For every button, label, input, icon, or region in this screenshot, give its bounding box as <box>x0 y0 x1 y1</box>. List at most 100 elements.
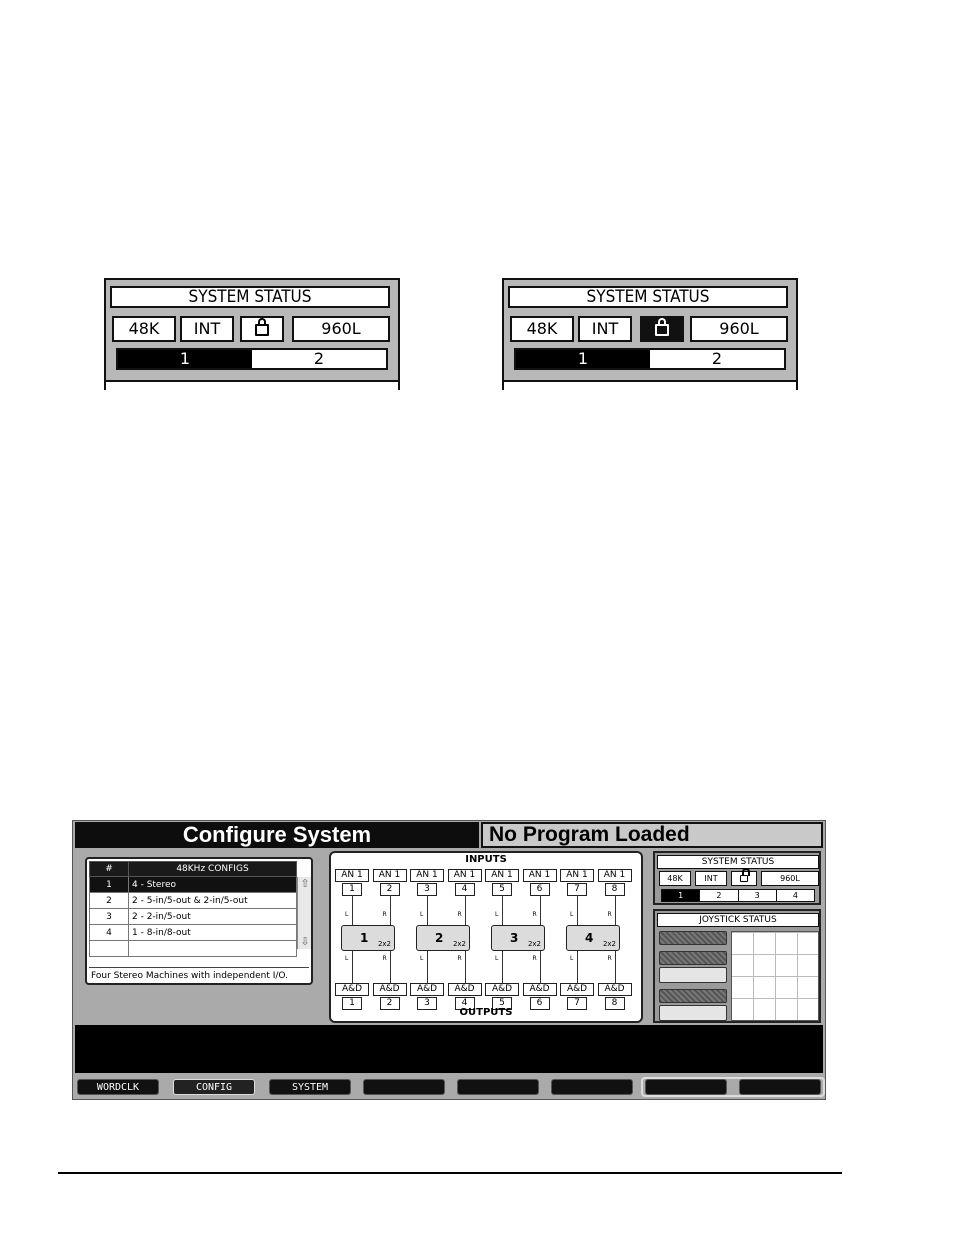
input-7[interactable]: AN 17 <box>560 869 594 896</box>
channel-label: R <box>607 955 612 962</box>
column-header-number: # <box>89 861 129 877</box>
input-6[interactable]: AN 16 <box>522 869 557 896</box>
softkey-config[interactable]: CONFIG <box>173 1079 255 1095</box>
config-name: 2 - 2-in/5-out <box>128 908 297 925</box>
machine-1-indicator: 1 <box>516 350 650 368</box>
output-dest-label: A&D <box>560 983 594 996</box>
table-row[interactable]: 1 4 - Stereo <box>89 876 297 893</box>
clock-source-field: INT <box>578 316 632 342</box>
channel-label: L <box>570 911 574 918</box>
clock-source-field: INT <box>180 316 234 342</box>
machine-bar: 1 2 <box>116 348 388 370</box>
input-1[interactable]: AN 11 <box>335 869 369 896</box>
output-7[interactable]: A&D 7 <box>560 983 594 1010</box>
channel-label: R <box>532 955 537 962</box>
wire-in-7 <box>577 895 578 925</box>
channel-label: L <box>420 911 424 918</box>
clock-source-field: INT <box>695 871 727 886</box>
table-row[interactable]: 3 2 - 2-in/5-out <box>89 908 297 925</box>
configs-scrollbar[interactable]: ⇧ ⇩ <box>297 877 311 949</box>
output-1[interactable]: A&D 1 <box>335 983 369 1010</box>
joystick-slot-1 <box>659 931 727 945</box>
input-8[interactable]: AN 18 <box>597 869 632 896</box>
wire-in-2 <box>389 895 391 925</box>
output-3[interactable]: A&D 3 <box>410 983 444 1010</box>
output-dest-label: A&D <box>410 983 444 996</box>
arrow-down-icon[interactable]: ⇩ <box>299 936 311 948</box>
wire-out-4 <box>464 951 466 983</box>
channel-label: R <box>607 911 612 918</box>
output-dest-label: A&D <box>335 983 369 996</box>
lock-indicator <box>731 868 757 886</box>
message-area <box>75 1025 823 1073</box>
joystick-slot-3 <box>659 967 727 983</box>
channel-label: L <box>570 955 574 962</box>
output-dest-label: A&D <box>447 983 482 996</box>
softkey-wordclk[interactable]: WORDCLK <box>77 1079 159 1095</box>
softkey-4[interactable] <box>363 1079 445 1095</box>
output-dest-label: A&D <box>597 983 632 996</box>
input-4[interactable]: AN 14 <box>447 869 482 896</box>
softkey-7[interactable] <box>645 1079 727 1095</box>
config-name: 2 - 5-in/5-out & 2-in/5-out <box>128 892 297 909</box>
input-source-label: AN 1 <box>410 869 444 882</box>
config-name: 4 - Stereo <box>128 876 297 893</box>
sample-rate-field: 48K <box>112 316 176 342</box>
softkey-system[interactable]: SYSTEM <box>269 1079 351 1095</box>
lock-indicator <box>240 316 284 342</box>
output-2[interactable]: A&D 2 <box>372 983 407 1010</box>
sample-rate-field: 48K <box>510 316 574 342</box>
machine-block-4[interactable]: 4 2x2 <box>566 925 620 951</box>
wire-out-8 <box>614 951 616 983</box>
input-source-label: AN 1 <box>522 869 557 882</box>
output-6[interactable]: A&D 6 <box>522 983 557 1010</box>
machine-number: 4 <box>585 931 594 945</box>
table-row[interactable]: 2 2 - 5-in/5-out & 2-in/5-out <box>89 892 297 909</box>
sample-rate-field: 48K <box>659 871 691 886</box>
softkey-bar: WORDCLK CONFIG SYSTEM <box>77 1077 825 1098</box>
output-5[interactable]: A&D 5 <box>485 983 519 1010</box>
joystick-slot-4 <box>659 989 727 1003</box>
wire-in-8 <box>614 895 616 925</box>
softkey-8[interactable] <box>739 1079 821 1095</box>
system-status-title: SYSTEM STATUS <box>110 286 390 308</box>
table-row[interactable] <box>89 940 297 957</box>
output-dest-label: A&D <box>372 983 407 996</box>
input-2[interactable]: AN 12 <box>372 869 407 896</box>
config-name: 1 - 8-in/8-out <box>128 924 297 941</box>
machine-number: 2 <box>435 931 444 945</box>
softkey-6[interactable] <box>551 1079 633 1095</box>
softkey-5[interactable] <box>457 1079 539 1095</box>
channel-label: L <box>495 911 499 918</box>
configs-panel: # 48KHz CONFIGS 1 4 - Stereo 2 2 - 5-in/… <box>85 857 313 985</box>
channel-label: L <box>420 955 424 962</box>
inputs-row: AN 1 1 AN 1 2 AN 1 3 AN 1 4 AN 1 5 AN 1 6 AN 1 7 AN 18 <box>335 869 637 896</box>
machine-block-1[interactable]: 1 2x2 <box>341 925 395 951</box>
config-number: 1 <box>89 876 129 893</box>
model-field: 960L <box>292 316 390 342</box>
output-8[interactable]: A&D 8 <box>597 983 632 1010</box>
input-source-label: AN 1 <box>372 869 407 882</box>
machine-io-size: 2x2 <box>527 940 541 948</box>
input-3[interactable]: AN 13 <box>410 869 444 896</box>
machine-2-indicator: 2 <box>313 349 325 368</box>
table-row[interactable]: 4 1 - 8-in/8-out <box>89 924 297 941</box>
machine-bar: 1 2 3 4 <box>661 889 815 902</box>
model-field: 960L <box>761 871 819 886</box>
output-4[interactable]: A&D 4 <box>447 983 482 1010</box>
wire-in-3 <box>427 895 428 925</box>
arrow-up-icon[interactable]: ⇧ <box>299 878 311 890</box>
panel-divider <box>504 380 796 392</box>
wire-in-6 <box>539 895 541 925</box>
channel-label: R <box>532 911 537 918</box>
lock-indicator <box>640 316 684 342</box>
wire-out-5 <box>502 951 503 983</box>
machine-2-indicator: 2 <box>699 890 737 901</box>
outputs-label: OUTPUTS <box>459 1007 513 1018</box>
routing-matrix: INPUTS AN 1 1 AN 1 2 AN 1 3 AN 1 4 AN 1 5 AN 1 6 AN … <box>329 851 643 1023</box>
machine-block-2[interactable]: 2 2x2 <box>416 925 470 951</box>
machine-block-3[interactable]: 3 2x2 <box>491 925 545 951</box>
input-5[interactable]: AN 15 <box>485 869 519 896</box>
machine-2-indicator: 2 <box>711 349 723 368</box>
column-header-configs: 48KHz CONFIGS <box>128 861 297 877</box>
